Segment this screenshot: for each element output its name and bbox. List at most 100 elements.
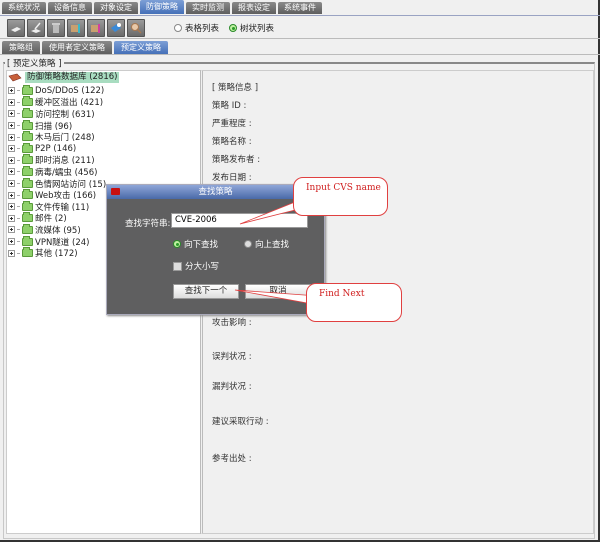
tab-realtime-monitor[interactable]: 实时监测: [186, 2, 230, 14]
tree-connector: [17, 159, 20, 161]
search-down-label: 向下查找: [184, 240, 219, 250]
tree-item[interactable]: 缓冲区溢出 (421): [8, 96, 106, 109]
tree-item[interactable]: 流媒体 (95): [8, 223, 106, 236]
tree-connector: [17, 136, 20, 138]
tree-connector: [17, 125, 20, 127]
folder-icon: [22, 119, 33, 130]
expand-icon[interactable]: [8, 203, 15, 211]
table-list-label: 表格列表: [185, 24, 220, 34]
tab-report-settings[interactable]: 报表设定: [232, 2, 276, 14]
edit-button[interactable]: [27, 19, 45, 37]
update-icon: [111, 23, 121, 32]
expand-icon[interactable]: [8, 168, 15, 176]
tab-policy-group[interactable]: 策略组: [2, 41, 40, 54]
tree-item[interactable]: 其他 (172): [8, 247, 106, 259]
folder-icon: [22, 154, 33, 165]
dialog-title: 查找策略: [198, 187, 233, 197]
expand-icon[interactable]: [8, 180, 15, 188]
field-policy-name: 策略名称 :: [212, 137, 252, 147]
tree-item-label: 病毒/蠕虫 (456): [35, 167, 98, 178]
dialog-title-bar[interactable]: 查找策略: [107, 185, 324, 199]
tree-item[interactable]: VPN隧道 (24): [8, 235, 106, 248]
tree-item-label: 访问控制 (631): [35, 109, 95, 120]
tree-item[interactable]: 木马后门 (248): [8, 131, 106, 143]
search-down-radio[interactable]: 向下查找: [173, 238, 218, 250]
tree-item[interactable]: DoS/DDoS (122): [8, 84, 106, 97]
radio-off-icon: [244, 240, 252, 248]
tree-item[interactable]: 扫描 (96): [8, 119, 106, 132]
export-button[interactable]: [87, 19, 105, 37]
update-button[interactable]: [107, 19, 125, 37]
toolbar-divider: [0, 38, 600, 39]
tree-item[interactable]: 邮件 (2): [8, 212, 106, 225]
tab-system-status[interactable]: 系统状况: [2, 2, 46, 14]
delete-button[interactable]: [47, 19, 65, 37]
tab-system-events[interactable]: 系统事件: [278, 2, 322, 14]
tab-user-defined-policy[interactable]: 使用者定义策略: [42, 41, 112, 54]
tree-item-label: 邮件 (2): [35, 214, 67, 225]
tree-item-label: 其他 (172): [35, 249, 78, 260]
expand-icon[interactable]: [8, 191, 15, 199]
folder-icon: [22, 212, 33, 223]
import-button[interactable]: [67, 19, 85, 37]
search-string-label: 查找字符串:: [125, 219, 171, 229]
tree-item-label: 木马后门 (248): [35, 133, 95, 144]
tree-item[interactable]: 色情网站访问 (15): [8, 177, 106, 190]
folder-icon: [22, 165, 33, 176]
tree-item-label: Web攻击 (166): [35, 191, 97, 202]
tree-connector: [17, 252, 20, 254]
tab-defense-policy[interactable]: 防御策略: [140, 0, 184, 14]
tree-item[interactable]: 访问控制 (631): [8, 107, 106, 120]
tree-item[interactable]: Web攻击 (166): [8, 189, 106, 201]
tree-list-radio[interactable]: 树状列表: [229, 22, 274, 34]
field-publisher: 策略发布者 :: [212, 155, 261, 165]
cancel-button[interactable]: 取消: [245, 284, 311, 299]
tree-item[interactable]: 即时消息 (211): [8, 154, 106, 166]
tree-connector: [17, 101, 20, 103]
case-sensitive-checkbox[interactable]: 分大小写: [173, 260, 219, 272]
search-string-input[interactable]: [171, 213, 308, 228]
tab-divider: [0, 15, 600, 16]
tree-connector: [17, 241, 20, 243]
folder-icon: [22, 84, 33, 95]
expand-icon[interactable]: [8, 133, 15, 141]
find-next-button[interactable]: 查找下一个: [173, 284, 239, 299]
tab-object-settings[interactable]: 对象设定: [94, 2, 138, 14]
tab-device-info[interactable]: 设备信息: [48, 2, 92, 14]
expand-icon[interactable]: [8, 87, 15, 95]
expand-icon[interactable]: [8, 226, 15, 234]
tree-root[interactable]: 防御策略数据库 (2816): [8, 72, 120, 83]
expand-icon[interactable]: [8, 214, 15, 222]
expand-icon[interactable]: [8, 238, 15, 246]
annotation-find-next: Find Next: [306, 283, 402, 322]
field-false-positive: 误判状况 :: [212, 352, 252, 362]
radio-off-icon: [174, 24, 182, 32]
expand-icon[interactable]: [8, 249, 15, 257]
field-false-negative: 漏判状况 :: [212, 382, 252, 392]
edit-icon: [31, 22, 41, 33]
tree-item[interactable]: P2P (146): [8, 142, 106, 155]
folder-icon: [22, 131, 33, 142]
folder-icon: [22, 247, 33, 258]
search-up-radio[interactable]: 向上查找: [244, 238, 289, 250]
tree-item[interactable]: 文件传输 (11): [8, 200, 106, 213]
add-button[interactable]: [7, 19, 25, 37]
radio-on-icon: [229, 24, 238, 32]
expand-icon[interactable]: [8, 122, 15, 130]
tree-item-label: P2P (146): [35, 143, 77, 154]
tab-predefined-policy[interactable]: 预定义策略: [114, 41, 168, 54]
folder-icon: [22, 200, 33, 211]
tree-item[interactable]: 病毒/蠕虫 (456): [8, 165, 106, 178]
tree-item-label: 缓冲区溢出 (421): [35, 98, 104, 109]
tree-connector: [17, 194, 20, 196]
expand-icon[interactable]: [8, 110, 15, 118]
table-list-radio[interactable]: 表格列表: [174, 22, 219, 34]
tree-connector: [17, 113, 20, 115]
top-tab-bar: 系统状况 设备信息 对象设定 防御策略 实时监测 报表设定 系统事件: [2, 0, 324, 15]
search-button[interactable]: [127, 19, 145, 37]
field-policy-id: 策略 ID :: [212, 101, 247, 111]
tree-list-label: 树状列表: [240, 24, 275, 34]
expand-icon[interactable]: [8, 156, 15, 164]
expand-icon[interactable]: [8, 145, 15, 153]
expand-icon[interactable]: [8, 98, 15, 106]
